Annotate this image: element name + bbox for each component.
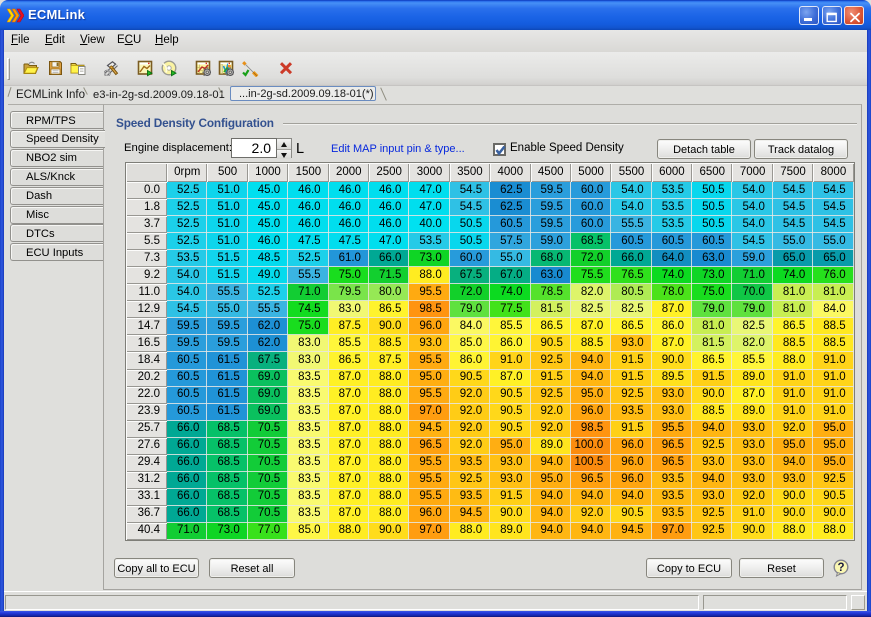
svg-text:?: ? bbox=[837, 562, 844, 574]
